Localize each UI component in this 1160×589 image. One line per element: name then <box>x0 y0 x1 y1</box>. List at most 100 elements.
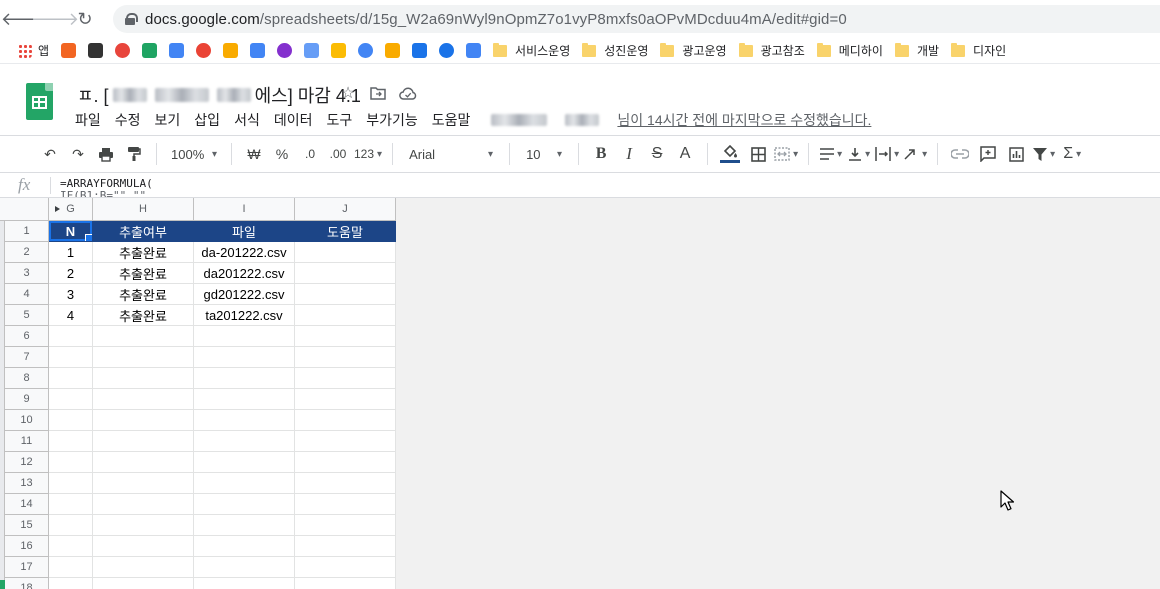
paint-format-icon[interactable] <box>122 141 146 167</box>
cell[interactable] <box>49 326 93 347</box>
cell[interactable]: 추출여부 <box>93 221 194 242</box>
insert-link-icon[interactable] <box>948 141 972 167</box>
cell[interactable] <box>194 326 295 347</box>
text-rotation-icon[interactable] <box>903 141 927 167</box>
cell[interactable] <box>295 494 396 515</box>
cell[interactable] <box>295 578 396 589</box>
print-icon[interactable] <box>94 141 118 167</box>
bookmark-folder[interactable]: 서비스운영 <box>493 42 570 59</box>
cell[interactable] <box>93 347 194 368</box>
reload-icon[interactable]: ↻ <box>70 4 100 34</box>
cell[interactable] <box>93 368 194 389</box>
cell[interactable] <box>49 473 93 494</box>
italic-button[interactable]: I <box>617 141 641 167</box>
cell[interactable] <box>93 515 194 536</box>
row-header[interactable]: 6 <box>5 326 49 347</box>
cell[interactable] <box>49 515 93 536</box>
text-wrap-icon[interactable] <box>875 141 899 167</box>
cell[interactable] <box>194 389 295 410</box>
cell[interactable] <box>49 578 93 589</box>
cell[interactable]: 추출완료 <box>93 305 194 326</box>
column-header[interactable]: G <box>49 198 93 221</box>
move-folder-icon[interactable] <box>368 84 388 102</box>
menu-item[interactable]: 수정 <box>108 108 148 132</box>
menu-item[interactable]: 도움말 <box>425 108 478 132</box>
cell[interactable] <box>295 536 396 557</box>
bookmark-item[interactable] <box>358 43 374 58</box>
row-header[interactable]: 9 <box>5 389 49 410</box>
bookmark-item[interactable] <box>88 43 104 58</box>
cell[interactable] <box>295 431 396 452</box>
menu-item[interactable]: 보기 <box>148 108 188 132</box>
select-all-corner[interactable] <box>0 198 49 221</box>
menu-item[interactable]: 서식 <box>227 108 267 132</box>
bookmark-item[interactable] <box>466 43 482 58</box>
cell[interactable] <box>93 473 194 494</box>
bookmark-item[interactable] <box>115 43 131 58</box>
cell[interactable]: 4 <box>49 305 93 326</box>
cell[interactable] <box>49 389 93 410</box>
horizontal-align-icon[interactable] <box>819 141 843 167</box>
cell[interactable] <box>49 410 93 431</box>
cell[interactable] <box>194 578 295 589</box>
row-header[interactable]: 3 <box>5 263 49 284</box>
cell[interactable] <box>93 494 194 515</box>
undo-icon[interactable]: ↶ <box>38 141 62 167</box>
cell[interactable] <box>49 452 93 473</box>
cell[interactable] <box>49 368 93 389</box>
menu-item[interactable]: 도구 <box>319 108 359 132</box>
bookmark-folder[interactable]: 광고참조 <box>738 42 805 59</box>
zoom-select[interactable]: 100% <box>167 141 221 167</box>
cell[interactable] <box>49 536 93 557</box>
column-header[interactable]: H <box>93 198 194 221</box>
bookmark-item[interactable] <box>250 43 266 58</box>
text-color-button[interactable]: A <box>673 141 697 167</box>
insert-comment-icon[interactable] <box>976 141 1000 167</box>
menu-item[interactable]: 삽입 <box>187 108 227 132</box>
cell[interactable] <box>295 452 396 473</box>
cell[interactable] <box>49 557 93 578</box>
increase-decimal-button[interactable]: .00 <box>326 141 350 167</box>
cell[interactable] <box>49 494 93 515</box>
cell[interactable] <box>295 347 396 368</box>
bookmark-item[interactable] <box>331 43 347 58</box>
menu-item[interactable]: 부가기능 <box>359 108 425 132</box>
bookmark-item[interactable]: 앱 <box>18 42 49 59</box>
cell[interactable] <box>194 515 295 536</box>
forward-arrow-icon[interactable]: 🡒 <box>31 4 79 34</box>
cell[interactable] <box>93 452 194 473</box>
column-header[interactable]: I <box>194 198 295 221</box>
cell[interactable]: da-201222.csv <box>194 242 295 263</box>
fill-color-icon[interactable] <box>718 141 742 167</box>
cell[interactable]: 2 <box>49 263 93 284</box>
row-header[interactable]: 15 <box>5 515 49 536</box>
bookmark-item[interactable] <box>61 43 77 58</box>
row-header[interactable]: 4 <box>5 284 49 305</box>
cell[interactable] <box>194 431 295 452</box>
cell[interactable] <box>49 347 93 368</box>
cell[interactable]: N <box>49 221 93 242</box>
font-size-select[interactable]: 10 <box>520 141 568 167</box>
cell[interactable] <box>295 326 396 347</box>
cell[interactable] <box>295 305 396 326</box>
cell[interactable] <box>93 557 194 578</box>
bookmark-item[interactable] <box>142 43 158 58</box>
bookmark-item[interactable] <box>169 43 185 58</box>
decrease-decimal-button[interactable]: .0 <box>298 141 322 167</box>
cell[interactable] <box>194 347 295 368</box>
row-header[interactable]: 14 <box>5 494 49 515</box>
number-format-select[interactable]: 123 <box>354 141 382 167</box>
document-title[interactable]: ㅍ. [ 에스] 마감 4.1 <box>77 82 361 108</box>
cell[interactable] <box>194 410 295 431</box>
bookmark-item[interactable] <box>223 43 239 58</box>
cell[interactable] <box>49 431 93 452</box>
cell[interactable]: 1 <box>49 242 93 263</box>
functions-icon[interactable]: Σ <box>1060 141 1084 167</box>
cell[interactable] <box>93 326 194 347</box>
row-header[interactable]: 13 <box>5 473 49 494</box>
cell[interactable] <box>295 242 396 263</box>
cloud-status-icon[interactable] <box>398 84 418 102</box>
menu-item[interactable]: 데이터 <box>267 108 320 132</box>
bookmark-folder[interactable]: 성진운영 <box>582 42 648 59</box>
last-edit-link[interactable]: 님이 14시간 전에 마지막으로 수정했습니다. <box>617 110 871 130</box>
